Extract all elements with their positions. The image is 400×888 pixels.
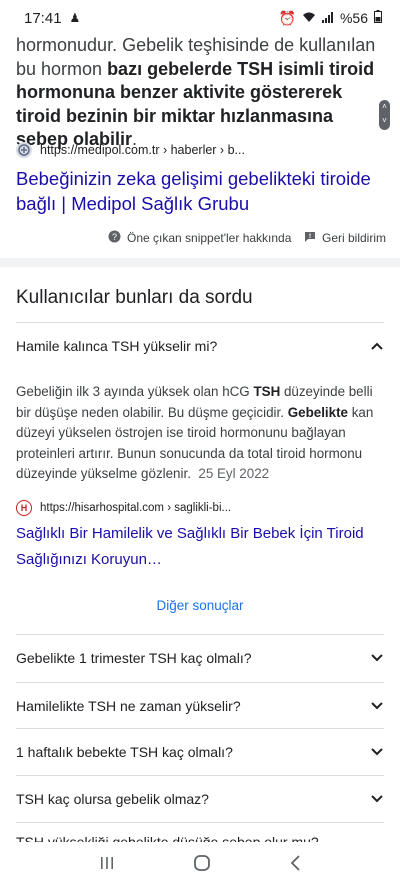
chevron-down-icon — [370, 792, 384, 806]
chevron-down-icon — [370, 745, 384, 759]
chevron-down-icon — [370, 651, 384, 665]
paa-question[interactable]: Gebelikte 1 trimester TSH kaç olmalı? — [16, 635, 384, 681]
scroll-handle[interactable]: ˄ ˅ — [379, 100, 390, 130]
more-results-button[interactable]: Diğer sonuçlar — [0, 598, 400, 613]
svg-text:?: ? — [112, 232, 117, 242]
paa-question-expanded[interactable]: Hamile kalınca TSH yükselir mi? — [16, 323, 384, 369]
question-label: 1 haftalık bebekte TSH kaç olmalı? — [16, 744, 233, 760]
question-label: Hamilelikte TSH ne zaman yükselir? — [16, 698, 241, 714]
result-source[interactable]: https://medipol.com.tr › haberler › b... — [16, 142, 245, 158]
answer-source-url: https://hisarhospital.com › saglikli-bi.… — [40, 502, 232, 514]
status-time: 17:41 — [24, 9, 62, 27]
recent-apps-icon[interactable] — [99, 855, 115, 876]
question-label: TSH kaç olursa gebelik olmaz? — [16, 791, 209, 807]
paa-question[interactable]: 1 haftalık bebekte TSH kaç olmalı? — [16, 729, 384, 775]
feedback-row: ? Öne çıkan snippet'ler hakkında Geri bi… — [108, 230, 386, 246]
featured-snippet-text: hormonudur. Gebelik teşhisinde de kullan… — [16, 34, 376, 152]
divider — [16, 822, 384, 823]
paa-answer: Gebeliğin ilk 3 ayında yüksek olan hCG T… — [16, 382, 380, 485]
chevron-up-icon — [370, 339, 384, 353]
chevron-down-icon — [370, 699, 384, 713]
result-url: https://medipol.com.tr › haberler › b... — [40, 143, 245, 157]
help-icon: ? — [108, 230, 121, 246]
back-icon[interactable] — [289, 854, 301, 877]
people-also-ask-title: Kullanıcılar bunları da sordu — [16, 287, 253, 308]
paa-question[interactable]: Hamilelikte TSH ne zaman yükselir? — [16, 683, 384, 729]
answer-source[interactable]: H https://hisarhospital.com › saglikli-b… — [16, 500, 231, 516]
hisar-favicon-icon: H — [16, 500, 32, 516]
feedback-icon — [304, 231, 316, 246]
about-snippets-label: Öne çıkan snippet'ler hakkında — [127, 231, 292, 245]
section-separator — [0, 258, 400, 267]
about-snippets-link[interactable]: ? Öne çıkan snippet'ler hakkında — [108, 230, 291, 246]
medipol-favicon-icon — [16, 142, 32, 158]
question-label: Gebelikte 1 trimester TSH kaç olmalı? — [16, 650, 252, 666]
answer-text: Gebeliğin ilk 3 ayında yüksek olan hCG — [16, 384, 254, 399]
answer-date: 25 Eyl 2022 — [198, 466, 270, 481]
question-label: Hamile kalınca TSH yükselir mi? — [16, 338, 218, 354]
home-icon[interactable] — [193, 854, 211, 877]
feedback-link[interactable]: Geri bildirim — [304, 231, 386, 246]
signal-icon — [321, 10, 334, 26]
paa-question-partial[interactable]: TSH yüksekliği gebelikte düşüğe sebep ol… — [16, 834, 319, 842]
battery-percent: %56 — [339, 10, 368, 26]
feedback-label: Geri bildirim — [321, 231, 386, 245]
notification-icon: ♟ — [69, 11, 81, 25]
android-nav-bar — [0, 842, 400, 888]
answer-bold: Gebelikte — [287, 404, 348, 420]
alarm-icon: ⏰ — [278, 9, 296, 26]
paa-question[interactable]: TSH kaç olursa gebelik olmaz? — [16, 776, 384, 822]
answer-bold: TSH — [253, 384, 281, 399]
battery-icon — [374, 10, 382, 26]
answer-title-link[interactable]: Sağlıklı Bir Hamilelik ve Sağlıklı Bir B… — [16, 521, 380, 573]
status-bar: 17:41 ♟ ⏰ %56 — [0, 0, 400, 36]
wifi-icon — [302, 10, 316, 26]
result-title-link[interactable]: Bebeğinizin zeka gelişimi gebelikteki ti… — [16, 166, 376, 216]
